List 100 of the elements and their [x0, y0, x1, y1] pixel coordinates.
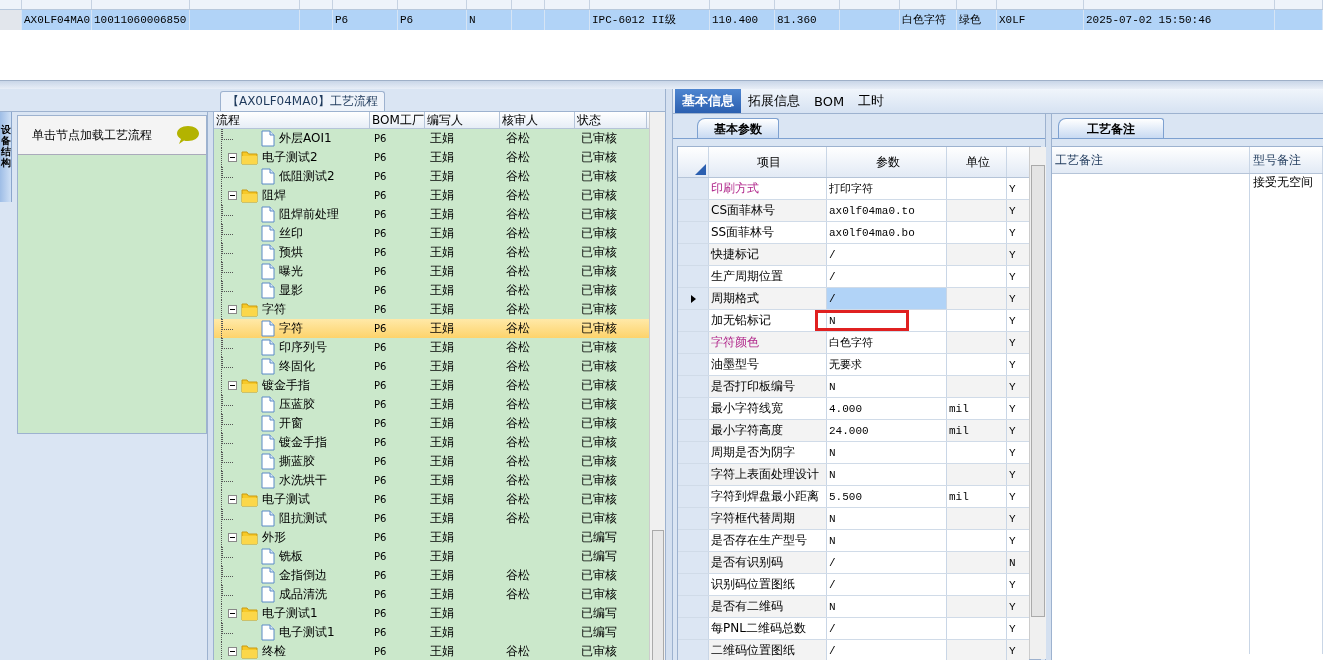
param-value[interactable]: N [829, 468, 836, 481]
tree-row[interactable]: 阻焊 P6 王娟 谷松 已审核 [214, 186, 649, 205]
table-row[interactable]: 是否打印板编号 N Y [678, 376, 1029, 398]
column-header[interactable]: 编写人 [425, 112, 500, 128]
param-value[interactable]: N [829, 512, 836, 525]
param-value[interactable]: 无要求 [829, 357, 862, 372]
tree-row[interactable]: 曝光 P6 王娟 谷松 已审核 [214, 262, 649, 281]
tree-row[interactable]: 镀金手指 P6 王娟 谷松 已审核 [214, 433, 649, 452]
table-row[interactable]: 字符框代替周期 N Y [678, 508, 1029, 530]
tree-row[interactable]: 显影 P6 王娟 谷松 已审核 [214, 281, 649, 300]
splitter[interactable] [207, 112, 214, 660]
tree-row[interactable]: 开窗 P6 王娟 谷松 已审核 [214, 414, 649, 433]
tree-row[interactable]: 撕蓝胶 P6 王娟 谷松 已审核 [214, 452, 649, 471]
tree-row[interactable]: 成品清洗 P6 王娟 谷松 已审核 [214, 585, 649, 604]
tree-row[interactable]: 铣板 P6 王娟 已编写 [214, 547, 649, 566]
collapse-icon[interactable] [228, 305, 237, 314]
param-value[interactable]: 打印字符 [829, 181, 873, 196]
tree-row[interactable]: 电子测试2 P6 王娟 谷松 已审核 [214, 148, 649, 167]
tree-row[interactable]: 水洗烘干 P6 王娟 谷松 已审核 [214, 471, 649, 490]
tree-row[interactable]: 终检 P6 王娟 谷松 已审核 [214, 642, 649, 660]
tab[interactable]: BOM [807, 89, 852, 113]
tree-row[interactable]: 印序列号 P6 王娟 谷松 已审核 [214, 338, 649, 357]
column-header[interactable]: 型号备注 [1250, 147, 1323, 173]
table-row[interactable]: 油墨型号 无要求 Y [678, 354, 1029, 376]
table-row[interactable]: 识别码位置图纸 / Y [678, 574, 1029, 596]
table-row[interactable]: 二维码位置图纸 / Y [678, 640, 1029, 660]
table-row[interactable]: CS面菲林号 ax0lf04ma0.to Y [678, 200, 1029, 222]
tree-row[interactable]: 外层AOI1 P6 王娟 谷松 已审核 [214, 129, 649, 148]
table-row[interactable]: 加无铅标记 N Y [678, 310, 1029, 332]
collapse-icon[interactable] [228, 153, 237, 162]
collapse-icon[interactable] [228, 609, 237, 618]
param-value[interactable]: / [829, 578, 836, 591]
param-value[interactable]: ax0lf04ma0.bo [829, 226, 915, 239]
table-row[interactable]: 周期是否为阴字 N Y [678, 442, 1029, 464]
tree-row[interactable]: 压蓝胶 P6 王娟 谷松 已审核 [214, 395, 649, 414]
param-value[interactable]: N [829, 600, 836, 613]
tree-row[interactable]: 字符 P6 王娟 谷松 已审核 [214, 300, 649, 319]
param-value[interactable]: / [829, 292, 836, 305]
table-row[interactable]: 是否有二维码 N Y [678, 596, 1029, 618]
param-value[interactable]: N [829, 534, 836, 547]
tree-row[interactable]: 阻抗测试 P6 王娟 谷松 已审核 [214, 509, 649, 528]
row-header[interactable] [678, 288, 709, 309]
tree-row[interactable]: 阻焊前处理 P6 王娟 谷松 已审核 [214, 205, 649, 224]
param-value[interactable]: / [829, 622, 836, 635]
table-row[interactable]: 周期格式 / Y [678, 288, 1029, 310]
tab[interactable]: 基本参数 [697, 118, 779, 138]
column-header[interactable]: 工艺备注 [1052, 147, 1250, 173]
splitter[interactable] [665, 89, 673, 660]
column-header[interactable]: 核审人 [500, 112, 575, 128]
tree-row[interactable]: 电子测试1 P6 王娟 已编写 [214, 604, 649, 623]
param-value[interactable]: / [829, 556, 836, 569]
tree-row[interactable]: 镀金手指 P6 王娟 谷松 已审核 [214, 376, 649, 395]
collapse-icon[interactable] [228, 191, 237, 200]
tree-row[interactable]: 外形 P6 王娟 已编写 [214, 528, 649, 547]
table-row[interactable]: 最小字符线宽 4.000 mil Y [678, 398, 1029, 420]
scrollbar[interactable] [649, 112, 665, 660]
tab[interactable]: 拓展信息 [741, 89, 807, 113]
table-row[interactable]: 字符颜色 白色字符 Y [678, 332, 1029, 354]
tree-row[interactable]: 字符 P6 王娟 谷松 已审核 [214, 319, 649, 338]
column-header[interactable]: 参数 [827, 147, 947, 177]
table-row[interactable]: SS面菲林号 ax0lf04ma0.bo Y [678, 222, 1029, 244]
param-value[interactable]: N [829, 446, 836, 459]
splitter[interactable] [0, 80, 1323, 89]
column-header[interactable]: BOM工厂 [370, 112, 425, 128]
tree-row[interactable]: 电子测试1 P6 王娟 已编写 [214, 623, 649, 642]
tree-row[interactable]: 电子测试 P6 王娟 谷松 已审核 [214, 490, 649, 509]
table-row[interactable]: AX0LF04MA0 10011060006850 P6 P6 N IPC-6012 II级 110.400 81.360 白色字符 绿色 X0LF 2025-07-02 15:50:46 [0, 10, 1323, 30]
table-row[interactable]: 每PNL二维码总数 / Y [678, 618, 1029, 640]
table-row[interactable]: 快捷标记 / Y [678, 244, 1029, 266]
param-value[interactable]: 5.500 [829, 490, 862, 503]
tree-row[interactable]: 低阻测试2 P6 王娟 谷松 已审核 [214, 167, 649, 186]
param-value[interactable]: N [829, 380, 836, 393]
param-value[interactable]: 4.000 [829, 402, 862, 415]
table-row[interactable]: 是否有识别码 / N [678, 552, 1029, 574]
collapse-icon[interactable] [228, 533, 237, 542]
tree-row[interactable]: 丝印 P6 王娟 谷松 已审核 [214, 224, 649, 243]
collapse-icon[interactable] [228, 381, 237, 390]
scrollbar[interactable] [1029, 147, 1046, 659]
tree-row[interactable]: 金指倒边 P6 王娟 谷松 已审核 [214, 566, 649, 585]
table-row[interactable]: 字符上表面处理设计 N Y [678, 464, 1029, 486]
side-tab[interactable]: 设备结构 [0, 112, 12, 202]
column-header[interactable]: 单位 [947, 147, 1007, 177]
table-row[interactable]: 是否存在生产型号 N Y [678, 530, 1029, 552]
column-header[interactable]: 状态 [575, 112, 647, 128]
table-row[interactable]: 印刷方式 打印字符 Y [678, 178, 1029, 200]
table-row[interactable]: 生产周期位置 / Y [678, 266, 1029, 288]
tab[interactable]: 工艺备注 [1058, 118, 1164, 138]
param-value[interactable]: / [829, 248, 836, 261]
tree-row[interactable]: 预烘 P6 王娟 谷松 已审核 [214, 243, 649, 262]
collapse-icon[interactable] [228, 495, 237, 504]
tab[interactable]: 工时 [851, 89, 892, 113]
collapse-icon[interactable] [228, 647, 237, 656]
column-header[interactable]: 项目 [709, 147, 827, 177]
column-header[interactable]: 流程 [214, 112, 370, 128]
table-row[interactable]: 最小字符高度 24.000 mil Y [678, 420, 1029, 442]
tab[interactable]: 基本信息 [675, 89, 741, 113]
param-value[interactable]: / [829, 644, 836, 657]
param-value[interactable]: / [829, 270, 836, 283]
table-row[interactable]: 字符到焊盘最小距离 5.500 mil Y [678, 486, 1029, 508]
tree-row[interactable]: 终固化 P6 王娟 谷松 已审核 [214, 357, 649, 376]
